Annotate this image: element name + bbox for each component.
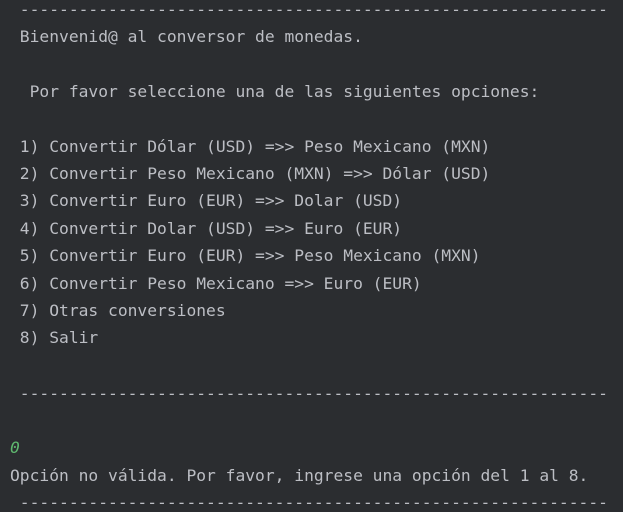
user-input-echo: 0 — [10, 438, 20, 457]
menu-item: 7) Otras conversiones — [10, 301, 226, 320]
menu-item: 6) Convertir Peso Mexicano =>> Euro (EUR… — [10, 274, 422, 293]
menu-item: 4) Convertir Dolar (USD) =>> Euro (EUR) — [10, 219, 403, 238]
separator-bottom: ----------------------------------------… — [10, 493, 608, 512]
menu-item: 5) Convertir Euro (EUR) =>> Peso Mexican… — [10, 246, 481, 265]
welcome-message: Bienvenid@ al conversor de monedas. — [10, 27, 363, 46]
prompt-message: Por favor seleccione una de las siguient… — [10, 82, 540, 101]
menu-item: 8) Salir — [10, 328, 99, 347]
separator-top: ----------------------------------------… — [10, 0, 608, 19]
separator-middle: ----------------------------------------… — [10, 384, 608, 403]
menu-item: 3) Convertir Euro (EUR) =>> Dolar (USD) — [10, 191, 403, 210]
menu-item: 2) Convertir Peso Mexicano (MXN) =>> Dól… — [10, 164, 491, 183]
error-message: Opción no válida. Por favor, ingrese una… — [10, 466, 589, 485]
menu-item: 1) Convertir Dólar (USD) =>> Peso Mexica… — [10, 137, 491, 156]
console-output: ----------------------------------------… — [0, 0, 623, 512]
